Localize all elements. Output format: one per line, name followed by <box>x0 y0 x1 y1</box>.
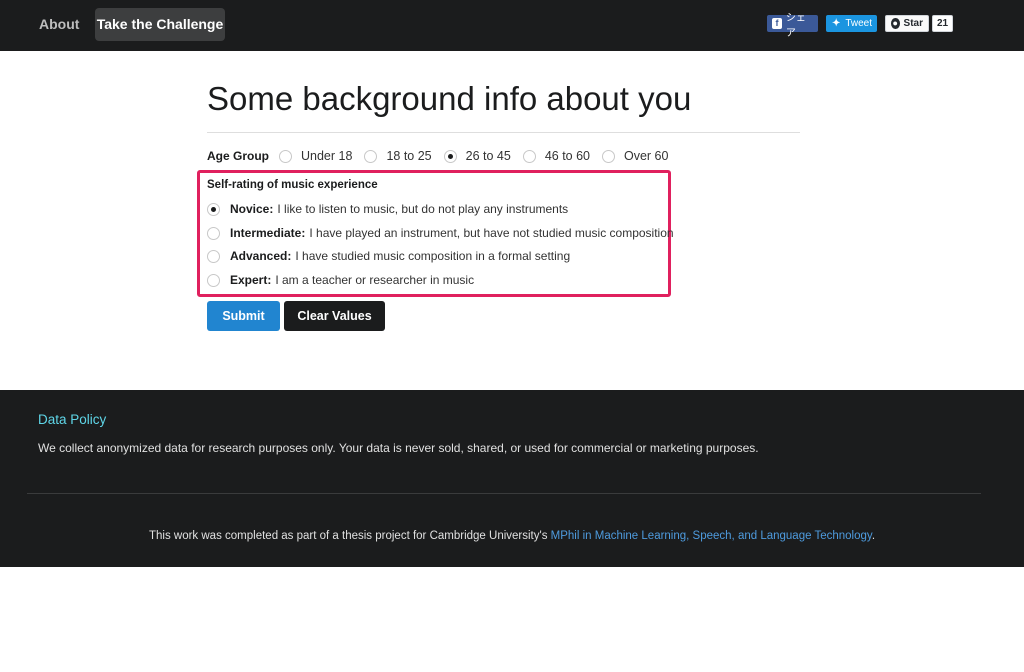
page-title: Some background info about you <box>207 80 692 117</box>
age-radio-46-to-60[interactable] <box>522 149 536 163</box>
experience-level-label: Advanced: <box>230 249 292 263</box>
experience-radio-intermediate[interactable] <box>207 226 220 240</box>
age-radio-18-to-25[interactable] <box>364 149 378 163</box>
age-option-46-to-60[interactable]: 46 to 60 <box>522 149 590 163</box>
footer-credit: This work was completed as part of a the… <box>0 530 1024 542</box>
mphil-program-link[interactable]: MPhil in Machine Learning, Speech, and L… <box>551 530 872 542</box>
twitter-bird-icon: ✦ <box>831 18 841 29</box>
credit-prefix: This work was completed as part of a the… <box>148 530 551 542</box>
data-policy-title: Data Policy <box>38 412 107 427</box>
nav-challenge-link[interactable]: Take the Challenge <box>95 8 225 41</box>
age-radio-26-to-45[interactable] <box>443 149 457 163</box>
experience-option-expert[interactable]: Expert: I am a teacher or researcher in … <box>207 271 474 289</box>
age-option-18-to-25[interactable]: 18 to 25 <box>364 149 432 163</box>
age-option-label: Over 60 <box>624 149 669 163</box>
top-nav: About Take the Challenge f シェア ✦ Tweet ●… <box>0 0 1024 51</box>
age-group-label: Age Group <box>207 149 269 163</box>
experience-option-advanced[interactable]: Advanced: I have studied music compositi… <box>207 247 570 265</box>
tweet-button[interactable]: ✦ Tweet <box>826 15 877 32</box>
clear-values-button[interactable]: Clear Values <box>284 301 385 331</box>
tweet-label: Tweet <box>845 18 872 29</box>
experience-radio-novice[interactable] <box>207 202 220 216</box>
github-star-count[interactable]: 21 <box>932 15 954 32</box>
experience-description: I have played an instrument, but have no… <box>309 226 674 240</box>
age-option-over-60[interactable]: Over 60 <box>602 149 668 163</box>
submit-button[interactable]: Submit <box>207 301 280 331</box>
github-star-button[interactable]: ● Star <box>885 15 929 32</box>
github-star-label: Star <box>903 18 923 29</box>
age-option-under-18[interactable]: Under 18 <box>279 149 352 163</box>
experience-level-label: Intermediate: <box>230 226 306 240</box>
footer: Data Policy We collect anonymized data f… <box>0 390 1024 567</box>
age-option-label: 46 to 60 <box>544 149 590 163</box>
github-icon: ● <box>891 18 900 29</box>
experience-radio-advanced[interactable] <box>207 249 220 263</box>
experience-level-label: Novice: <box>230 202 274 216</box>
experience-description: I like to listen to music, but do not pl… <box>277 202 569 216</box>
experience-heading: Self-rating of music experience <box>207 179 378 191</box>
age-option-label: Under 18 <box>301 149 353 163</box>
credit-suffix: . <box>871 530 876 542</box>
facebook-share-button[interactable]: f シェア <box>767 13 818 39</box>
age-group-field: Age Group Under 18 18 to 25 26 to 45 46 … <box>207 146 680 166</box>
title-divider <box>207 132 800 133</box>
age-radio-over-60[interactable] <box>602 149 615 163</box>
footer-divider <box>27 493 981 494</box>
experience-radio-expert[interactable] <box>207 273 220 287</box>
experience-option-novice[interactable]: Novice: I like to listen to music, but d… <box>207 200 568 218</box>
data-policy-text: We collect anonymized data for research … <box>38 441 759 455</box>
experience-description: I am a teacher or researcher in music <box>275 273 475 287</box>
age-option-26-to-45[interactable]: 26 to 45 <box>443 149 511 163</box>
age-option-label: 26 to 45 <box>465 149 511 163</box>
facebook-share-label: シェア <box>785 12 806 39</box>
facebook-icon: f <box>772 18 782 29</box>
experience-description: I have studied music composition in a fo… <box>295 249 571 263</box>
experience-option-intermediate[interactable]: Intermediate: I have played an instrumen… <box>207 224 674 242</box>
experience-level-label: Expert: <box>230 273 272 287</box>
age-option-label: 18 to 25 <box>386 149 432 163</box>
nav-about-link[interactable]: About <box>27 8 91 41</box>
age-radio-under-18[interactable] <box>279 149 292 163</box>
